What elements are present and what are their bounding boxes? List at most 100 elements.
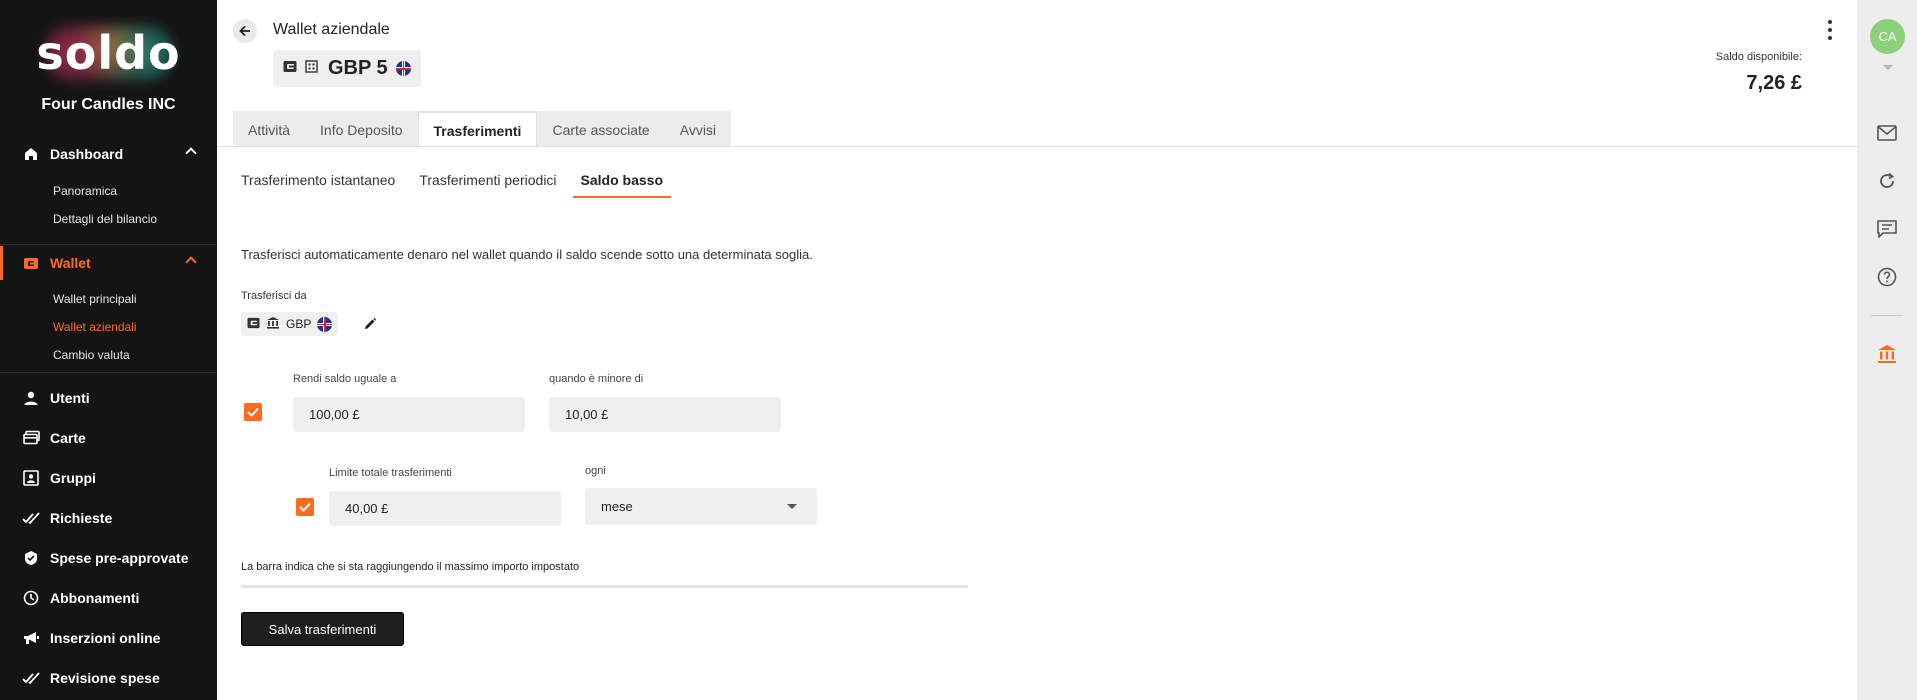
period-select[interactable]: mese [585, 488, 817, 525]
back-button[interactable] [233, 19, 257, 43]
more-options-icon[interactable] [1827, 20, 1833, 40]
main-content: Wallet aziendale GBP 5 Saldo disponibile… [217, 0, 1857, 700]
bank-icon [266, 316, 280, 332]
subtab-trasferimento-istantaneo[interactable]: Trasferimento istantaneo [241, 164, 395, 198]
total-limit-label: Limite totale trasferimenti [329, 467, 452, 479]
total-limit-input[interactable] [329, 491, 561, 526]
wallet-tabs: Attività Info Deposito Trasferimenti Car… [233, 111, 732, 148]
chat-icon[interactable] [1876, 218, 1898, 240]
logo-text: soldo [36, 26, 181, 80]
sidebar-subitem-panoramica[interactable]: Panoramica [53, 184, 117, 198]
tab-info-deposito[interactable]: Info Deposito [305, 111, 418, 146]
building-icon [305, 59, 318, 78]
clock-icon [22, 589, 40, 607]
sidebar-divider [0, 244, 217, 245]
shield-icon [22, 549, 40, 567]
caret-down-icon [787, 504, 797, 509]
every-label: ogni [585, 465, 606, 477]
page-title: Wallet aziendale [273, 21, 390, 38]
save-transfers-button[interactable]: Salva trasferimenti [241, 612, 404, 646]
sidebar-item-label: Abbonamenti [50, 590, 140, 606]
bank-icon[interactable] [1876, 343, 1898, 365]
transfer-limit-progress-bar [241, 585, 968, 588]
when-less-label: quando è minore di [549, 373, 644, 385]
check-icon [247, 407, 259, 417]
rail-divider [1871, 315, 1903, 316]
wallet-icon [247, 317, 260, 332]
low-balance-description: Trasferisci automaticamente denaro nel w… [241, 247, 813, 262]
balance-value: 7,26 £ [1746, 72, 1802, 94]
uk-flag-icon [317, 316, 333, 332]
progress-bar-label: La barra indica che si sta raggiungendo … [241, 561, 580, 573]
sidebar-item-utenti[interactable]: Utenti [0, 381, 217, 415]
home-icon [22, 145, 40, 163]
refresh-icon[interactable] [1876, 170, 1898, 192]
sidebar-subitem-cambio-valuta[interactable]: Cambio valuta [53, 348, 130, 362]
period-select-value: mese [601, 499, 633, 514]
transfer-from-chip[interactable]: GBP [241, 312, 339, 336]
sidebar-item-richieste[interactable]: Richieste [0, 501, 217, 535]
balance-rule-checkbox[interactable] [244, 403, 262, 421]
right-rail: CA [1857, 0, 1917, 700]
card-icon [22, 429, 40, 447]
tab-trasferimenti[interactable]: Trasferimenti [417, 111, 538, 148]
wallet-chip: GBP 5 [273, 50, 421, 87]
sidebar-item-spese-pre-approvate[interactable]: Spese pre-approvate [0, 541, 217, 575]
sidebar-item-carte[interactable]: Carte [0, 421, 217, 455]
sidebar: soldo Four Candles INC Dashboard Panoram… [0, 0, 217, 700]
subtab-trasferimenti-periodici[interactable]: Trasferimenti periodici [419, 164, 556, 198]
user-icon [22, 389, 40, 407]
sidebar-item-revisione-spese[interactable]: Revisione spese [0, 661, 217, 695]
when-less-input[interactable] [549, 397, 781, 432]
total-limit-checkbox[interactable] [296, 498, 314, 516]
help-icon[interactable] [1876, 266, 1898, 288]
sidebar-item-gruppi[interactable]: Gruppi [0, 461, 217, 495]
uk-flag-icon [395, 61, 411, 76]
sidebar-subitem-wallet-aziendali[interactable]: Wallet aziendali [53, 320, 137, 334]
sidebar-item-label: Revisione spese [50, 670, 160, 686]
transfer-subtabs: Trasferimento istantaneo Trasferimenti p… [241, 164, 672, 198]
mail-icon[interactable] [1876, 122, 1898, 144]
caret-down-icon[interactable] [1883, 65, 1893, 70]
wallet-icon [22, 254, 40, 272]
check-icon [299, 502, 311, 512]
sidebar-item-dashboard[interactable]: Dashboard [0, 137, 217, 171]
balance-label: Saldo disponibile: [1715, 51, 1802, 63]
sidebar-item-label: Dashboard [50, 146, 124, 162]
sidebar-item-label: Inserzioni online [50, 630, 161, 646]
soldo-logo[interactable]: soldo [0, 25, 217, 81]
sidebar-item-abbonamenti[interactable]: Abbonamenti [0, 581, 217, 615]
wallet-icon [283, 60, 297, 78]
sidebar-item-wallet[interactable]: Wallet [0, 246, 217, 280]
review-icon [22, 669, 40, 687]
sidebar-divider [0, 372, 217, 373]
check-icon [22, 509, 40, 527]
sidebar-item-label: Wallet [50, 255, 91, 271]
sidebar-subitem-dettagli-bilancio[interactable]: Dettagli del bilancio [53, 212, 157, 226]
tabs-divider [217, 146, 1857, 147]
megaphone-icon [22, 629, 40, 647]
company-name: Four Candles INC [41, 96, 176, 113]
edit-icon[interactable] [363, 317, 379, 333]
sidebar-item-label: Gruppi [50, 470, 96, 486]
balance-equal-input[interactable] [293, 397, 525, 432]
tab-attivita[interactable]: Attività [233, 111, 306, 146]
chevron-up-icon[interactable] [185, 147, 197, 159]
wallet-name: GBP 5 [328, 57, 388, 79]
tab-carte-associate[interactable]: Carte associate [537, 111, 665, 146]
sidebar-item-inserzioni-online[interactable]: Inserzioni online [0, 621, 217, 655]
sidebar-item-label: Utenti [50, 390, 90, 406]
arrow-left-icon [239, 25, 250, 37]
balance-equal-label: Rendi saldo uguale a [293, 373, 397, 385]
tab-avvisi[interactable]: Avvisi [664, 111, 732, 146]
group-icon [22, 469, 40, 487]
subtab-saldo-basso[interactable]: Saldo basso [572, 164, 672, 198]
sidebar-item-label: Richieste [50, 510, 113, 526]
sidebar-subitem-wallet-principali[interactable]: Wallet principali [53, 292, 137, 306]
sidebar-item-label: Spese pre-approvate [50, 550, 189, 566]
sidebar-item-label: Carte [50, 430, 86, 446]
from-currency: GBP [286, 317, 312, 331]
avatar[interactable]: CA [1870, 19, 1905, 54]
chevron-up-icon[interactable] [185, 256, 197, 268]
transfer-from-label: Trasferisci da [241, 290, 307, 302]
